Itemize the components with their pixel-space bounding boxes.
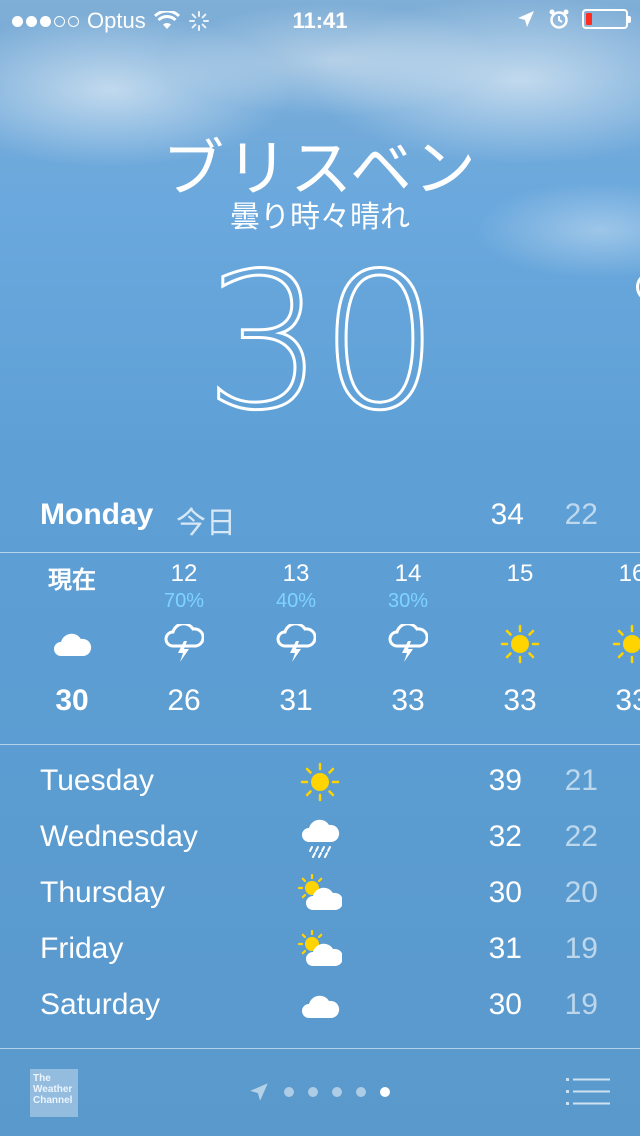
hourly-item: 14 30% 33 [352,560,464,718]
page-dot-active [380,1087,390,1097]
current-temperature: 30 [0,246,640,439]
hour-label: 13 [282,560,310,587]
hour-label: 12 [170,560,198,587]
weather-channel-logo[interactable]: The Weather Channel [30,1069,78,1117]
page-dot [308,1087,318,1097]
today-summary: Monday 今日 34 22 [40,498,600,540]
precipitation-chance: 30% [387,590,429,612]
day-high: 30 [488,876,522,909]
partly-cloudy-icon [298,872,342,916]
page-dot [356,1087,366,1097]
daily-row: Friday 31 19 [40,928,600,984]
logo-line: Weather [33,1084,73,1095]
precipitation-chance: 40% [275,590,317,612]
current-location-page-icon [250,1083,268,1101]
battery-icon [582,9,631,29]
thunderstorm-icon [128,618,240,670]
logo-line: Channel [33,1095,73,1106]
cloud-icon [16,618,128,670]
degree-symbol [636,272,640,302]
hour-label: 現在 [48,567,96,594]
page-indicator[interactable] [248,1081,390,1103]
daily-forecast: Tuesday 39 21 Wednesday 32 22 Thursday 30 20 Frid… [40,760,600,1040]
precipitation-chance [16,590,128,618]
daily-row: Saturday 30 19 [40,984,600,1040]
day-name: Saturday [40,988,161,1021]
daily-row: Tuesday 39 21 [40,760,600,816]
daily-row: Thursday 30 20 [40,872,600,928]
daily-row: Wednesday 32 22 [40,816,600,872]
today-low: 22 [564,498,598,531]
precipitation-chance: 70% [163,590,205,612]
page-dot [284,1087,294,1097]
location-arrow-icon [518,11,534,27]
day-name: Wednesday [40,820,198,853]
day-name: Thursday [40,876,166,909]
day-low: 21 [564,764,598,797]
sun-icon [298,760,342,804]
bottom-toolbar: The Weather Channel [0,1049,640,1136]
current-temperature-value: 30 [203,233,441,452]
hour-label: 16 [618,560,640,587]
day-low: 19 [564,988,598,1021]
thunderstorm-icon [352,618,464,670]
day-high: 30 [488,988,522,1021]
day-low: 20 [564,876,598,909]
alarm-clock-icon [549,9,569,29]
hour-label: 14 [394,560,422,587]
sun-icon [464,618,576,670]
day-low: 22 [564,820,598,853]
hourly-forecast[interactable]: 現在301270%261340%311430%3315331633 [16,560,640,740]
today-high: 34 [490,498,524,531]
day-high: 32 [488,820,522,853]
hourly-item: 12 70% 26 [128,560,240,718]
cloud-icon [298,984,342,1028]
city-list-icon[interactable] [566,1077,610,1107]
logo-line: The [33,1073,51,1084]
thunderstorm-icon [240,618,352,670]
hour-temperature: 26 [167,684,201,717]
status-bar: Optus 11:41 [0,0,640,40]
day-high: 31 [488,932,522,965]
day-name: Friday [40,932,124,965]
rain-icon [298,816,342,860]
today-label: 今日 [176,507,236,540]
sun-icon [576,618,640,670]
hour-temperature: 30 [55,684,89,717]
page-dot [332,1087,342,1097]
hourly-item: 13 40% 31 [240,560,352,718]
day-name: Tuesday [40,764,154,797]
hour-label: 15 [506,560,534,587]
hour-temperature: 33 [503,684,537,717]
hour-temperature: 33 [615,684,640,717]
weather-condition: 曇り時々晴れ [230,201,410,234]
divider [0,744,640,745]
day-low: 19 [564,932,598,965]
precipitation-chance [576,590,640,618]
battery-level [586,13,592,25]
hourly-item: 15 33 [464,560,576,718]
hourly-item: 現在 30 [16,560,128,718]
today-day: Monday [40,498,154,531]
day-high: 39 [488,764,522,797]
precipitation-chance [464,590,576,618]
partly-cloudy-icon [298,928,342,972]
divider [0,552,640,553]
hourly-item: 1633 [576,560,640,718]
hour-temperature: 33 [391,684,425,717]
hour-temperature: 31 [279,684,313,717]
